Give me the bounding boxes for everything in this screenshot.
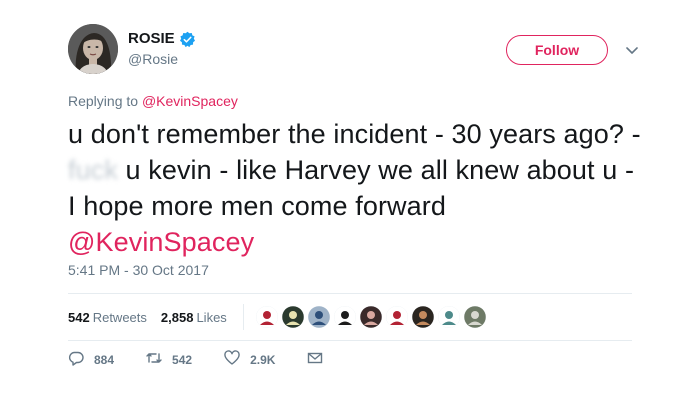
retweet-button[interactable]: 542 xyxy=(146,350,192,369)
verified-badge-icon xyxy=(179,31,196,48)
reply-button[interactable]: 884 xyxy=(68,350,114,369)
liker-avatar-woman[interactable] xyxy=(359,306,382,328)
heart-icon xyxy=(224,350,250,369)
likes-stat[interactable]: 2,858 Likes xyxy=(161,310,227,325)
retweets-stat-count: 542 xyxy=(68,309,90,325)
tweet-text: u don't remember the incident - 30 years… xyxy=(68,116,648,260)
replying-to-label: Replying to xyxy=(68,93,142,109)
likes-stat-count: 2,858 xyxy=(160,309,194,325)
stats-top-divider xyxy=(68,293,632,294)
stats-separator xyxy=(242,304,244,330)
liker-avatar-gop[interactable] xyxy=(385,306,408,328)
retweet-icon xyxy=(146,350,172,369)
tweet-stats: 542 Retweets 2,858 Likes xyxy=(68,296,490,338)
retweets-stat-label: Retweets xyxy=(92,309,147,325)
retweets-stat[interactable]: 542 Retweets xyxy=(68,310,147,325)
direct-message-button[interactable] xyxy=(307,350,333,369)
like-count: 2.9K xyxy=(250,352,276,367)
tweet-header: ROSIE @Rosie Follow xyxy=(68,24,640,80)
liker-avatars xyxy=(255,306,490,328)
chevron-down-icon[interactable] xyxy=(624,44,640,56)
liker-avatar-sign[interactable] xyxy=(281,306,304,328)
retweet-count: 542 xyxy=(172,352,193,367)
tweet-text-part2: u kevin - like Harvey we all knew about … xyxy=(68,155,635,221)
like-button[interactable]: 2.9K xyxy=(224,350,275,369)
liker-avatar-bird[interactable] xyxy=(333,306,356,328)
author-display-name-row[interactable]: ROSIE xyxy=(128,29,196,49)
tweet-mention[interactable]: @KevinSpacey xyxy=(68,227,254,257)
replying-to: Replying to @KevinSpacey xyxy=(68,93,238,109)
replying-to-mention[interactable]: @KevinSpacey xyxy=(142,93,238,109)
reply-icon xyxy=(68,350,94,369)
censored-word: fuck xyxy=(68,155,118,185)
follow-button[interactable]: Follow xyxy=(506,35,608,65)
author-avatar[interactable] xyxy=(68,24,118,74)
reply-count: 884 xyxy=(94,352,115,367)
liker-avatar-group[interactable] xyxy=(307,306,330,328)
tweet-actions: 884 542 2.9K xyxy=(68,350,365,369)
liker-avatar-outdoor[interactable] xyxy=(463,306,486,328)
author-handle[interactable]: @Rosie xyxy=(128,51,196,67)
tweet-card: ROSIE @Rosie Follow Replying to @KevinSp… xyxy=(0,0,700,400)
liker-avatar-banner[interactable] xyxy=(437,306,460,328)
liker-avatar-man[interactable] xyxy=(411,306,434,328)
tweet-text-part1: u don't remember the incident - 30 years… xyxy=(68,119,641,149)
author-names: ROSIE @Rosie xyxy=(128,29,196,67)
stats-bottom-divider xyxy=(68,340,632,341)
liker-avatar-flag-wings[interactable] xyxy=(255,306,278,328)
likes-stat-label: Likes xyxy=(196,309,227,325)
tweet-timestamp[interactable]: 5:41 PM - 30 Oct 2017 xyxy=(68,262,209,278)
envelope-icon xyxy=(307,350,333,369)
author-display-name[interactable]: ROSIE xyxy=(128,29,175,49)
